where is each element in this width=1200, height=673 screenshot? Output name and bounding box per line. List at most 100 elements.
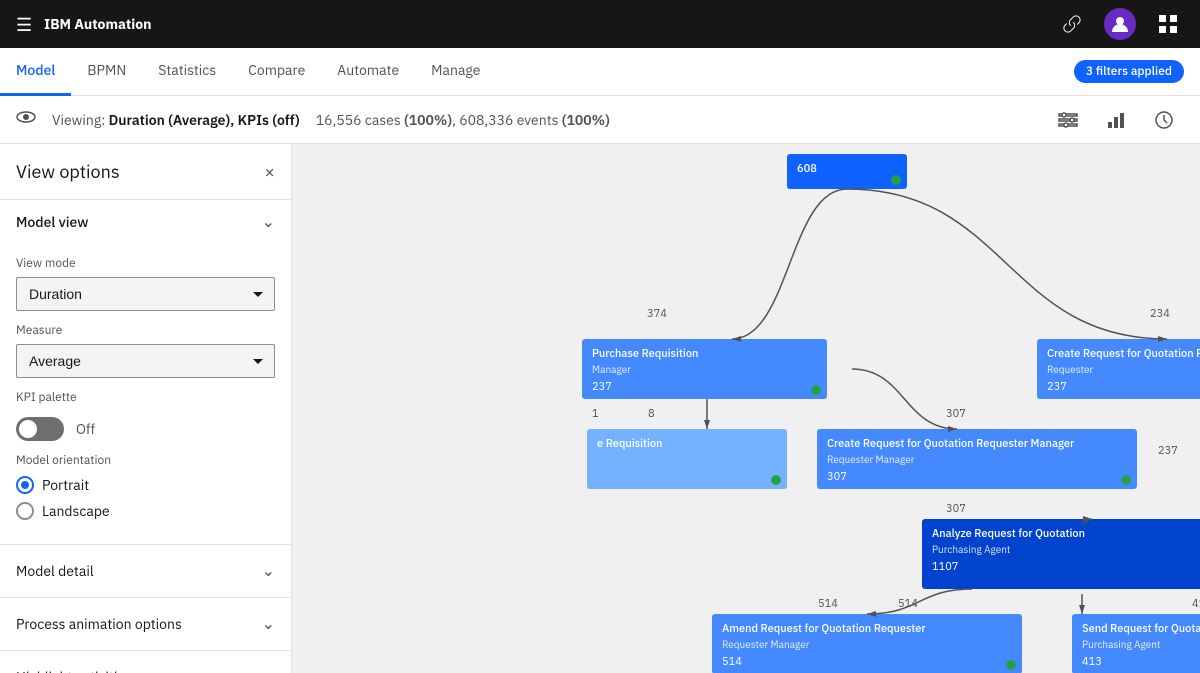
main-area: View options × Model view ⌄ View mode Du… — [0, 144, 1200, 673]
chevron-down-icon-hl: ⌄ — [262, 667, 275, 673]
node-title: 608 — [797, 162, 897, 176]
filter-settings-button[interactable] — [1048, 100, 1088, 140]
node-dot — [1121, 475, 1131, 485]
link-icon[interactable] — [1056, 8, 1088, 40]
edge-label: 234 — [1150, 307, 1170, 321]
node-subtitle: Requester — [1047, 363, 1200, 376]
landscape-radio[interactable]: Landscape — [16, 502, 275, 520]
portrait-radio[interactable]: Portrait — [16, 476, 275, 494]
process-node[interactable]: Purchase Requisition Manager 237 — [582, 339, 827, 399]
chart-button[interactable] — [1096, 100, 1136, 140]
node-subtitle: Purchasing Agent — [932, 543, 1200, 556]
canvas[interactable]: 37423418307307237514514413413413608Purch… — [292, 144, 1200, 673]
orientation-group: Model orientation Portrait Landscape — [16, 453, 275, 520]
viewing-label: Viewing: Duration (Average), KPIs (off) — [52, 111, 300, 129]
process-node[interactable]: Analyze Request for Quotation Purchasing … — [922, 519, 1200, 589]
viewbar: Viewing: Duration (Average), KPIs (off) … — [0, 96, 1200, 144]
node-subtitle: Requester Manager — [827, 453, 1127, 466]
view-mode-label: View mode — [16, 256, 275, 271]
node-title: Purchase Requisition — [592, 347, 817, 361]
edge-label: 514 — [898, 597, 918, 611]
landscape-label: Landscape — [42, 502, 110, 520]
node-dot — [811, 385, 821, 395]
close-icon[interactable]: × — [264, 160, 275, 183]
process-node[interactable]: Amend Request for Quotation Requester Req… — [712, 614, 1022, 673]
portrait-label: Portrait — [42, 476, 89, 494]
chevron-down-icon: ⌄ — [262, 561, 275, 581]
tab-statistics[interactable]: Statistics — [142, 48, 232, 96]
tab-automate[interactable]: Automate — [321, 48, 415, 96]
node-title: Create Request for Quotation Requester — [1047, 347, 1200, 361]
tabbar: Model BPMN Statistics Compare Automate M… — [0, 48, 1200, 96]
edge-label: 307 — [946, 407, 966, 421]
tab-model[interactable]: Model — [0, 48, 71, 96]
node-count: 413 — [1082, 655, 1200, 669]
topbar-right — [1056, 8, 1184, 40]
clock-button[interactable] — [1144, 100, 1184, 140]
viewbar-actions — [1048, 100, 1184, 140]
kpi-palette-label: KPI palette — [16, 390, 275, 405]
orientation-label: Model orientation — [16, 453, 275, 468]
edge-label: 413 — [1192, 597, 1200, 611]
process-node[interactable]: Send Request for Quotation to Supplier Pu… — [1072, 614, 1200, 673]
node-count: 1107 — [932, 560, 1200, 574]
edge-label: 374 — [647, 307, 667, 321]
filters-badge[interactable]: 3 filters applied — [1074, 60, 1184, 83]
node-subtitle: Manager — [592, 363, 817, 376]
eye-icon[interactable] — [16, 107, 36, 132]
model-detail-row[interactable]: Model detail ⌄ — [0, 545, 291, 598]
kpi-toggle-row: Off — [16, 417, 275, 441]
process-animation-row[interactable]: Process animation options ⌄ — [0, 598, 291, 651]
node-title: e Requisition — [597, 437, 777, 451]
node-title: Analyze Request for Quotation — [932, 527, 1200, 541]
sidebar-header: View options × — [0, 144, 291, 200]
hamburger-icon[interactable]: ☰ — [16, 13, 32, 36]
tab-bpmn[interactable]: BPMN — [71, 48, 142, 96]
process-node[interactable]: 608 — [787, 154, 907, 189]
model-view-section: Model view ⌄ View mode Duration Frequenc… — [0, 200, 291, 545]
node-subtitle: Requester Manager — [722, 638, 1012, 651]
edge-label: 514 — [818, 597, 838, 611]
node-dot — [771, 475, 781, 485]
grid-icon[interactable] — [1152, 8, 1184, 40]
measure-label: Measure — [16, 323, 275, 338]
edge-label: 237 — [1158, 444, 1178, 458]
process-node[interactable]: Create Request for Quotation Requester Re… — [1037, 339, 1200, 399]
edge-label: 8 — [648, 407, 655, 421]
landscape-radio-circle — [16, 502, 34, 520]
edge-label: 1 — [592, 407, 599, 421]
portrait-radio-circle — [16, 476, 34, 494]
view-mode-select[interactable]: Duration Frequency Cost — [16, 277, 275, 311]
process-node[interactable]: Create Request for Quotation Requester M… — [817, 429, 1137, 489]
highlight-activities-row[interactable]: Highlight activities ⌄ — [0, 651, 291, 673]
topbar: ☰ IBM Automation — [0, 0, 1200, 48]
node-count: 237 — [592, 380, 817, 394]
node-title: Amend Request for Quotation Requester — [722, 622, 1012, 636]
brand-logo: IBM Automation — [44, 15, 151, 33]
sidebar-title: View options — [16, 160, 120, 183]
node-count: 514 — [722, 655, 1012, 669]
edge-label: 307 — [946, 502, 966, 516]
measure-select[interactable]: Average Sum Min Max — [16, 344, 275, 378]
node-subtitle: Purchasing Agent — [1082, 638, 1200, 651]
model-view-content: View mode Duration Frequency Cost Measur… — [0, 256, 291, 544]
node-dot — [891, 175, 901, 185]
node-title: Create Request for Quotation Requester M… — [827, 437, 1127, 451]
kpi-toggle-label: Off — [76, 420, 95, 438]
tab-compare[interactable]: Compare — [232, 48, 321, 96]
canvas-svg — [292, 144, 1200, 673]
node-count: 307 — [827, 470, 1127, 484]
topbar-left: ☰ IBM Automation — [16, 13, 151, 36]
kpi-toggle[interactable] — [16, 417, 64, 441]
model-view-header[interactable]: Model view ⌄ — [0, 200, 291, 244]
tab-manage[interactable]: Manage — [415, 48, 496, 96]
cases-count: 16,556 cases (100%), 608,336 events (100… — [316, 111, 610, 129]
node-count: 237 — [1047, 380, 1200, 394]
node-dot — [1006, 660, 1016, 670]
avatar-icon[interactable] — [1104, 8, 1136, 40]
sidebar: View options × Model view ⌄ View mode Du… — [0, 144, 292, 673]
chevron-down-icon-anim: ⌄ — [262, 614, 275, 634]
node-title: Send Request for Quotation to Supplier — [1082, 622, 1200, 636]
chevron-up-icon: ⌄ — [262, 212, 275, 232]
process-node[interactable]: e Requisition — [587, 429, 787, 489]
